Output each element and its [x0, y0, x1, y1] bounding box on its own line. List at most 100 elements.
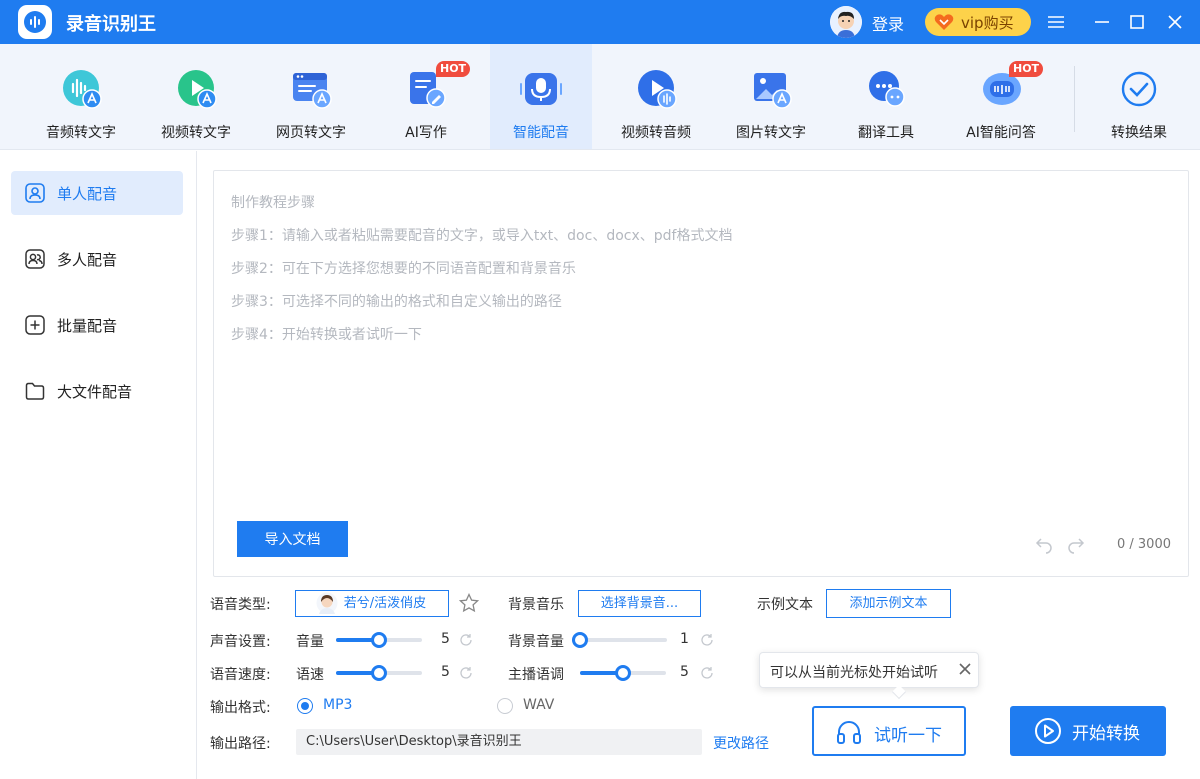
tooltip-text: 可以从当前光标处开始试听	[770, 665, 938, 681]
reset-icon[interactable]	[459, 633, 473, 647]
start-label: 开始转换	[1072, 724, 1140, 744]
format-mp3-radio[interactable]	[297, 698, 313, 714]
image-to-text-icon	[754, 73, 792, 109]
sidebar-item-batch-voice[interactable]: 批量配音	[11, 303, 183, 347]
video-to-text-icon	[178, 70, 217, 109]
microphone-icon	[520, 73, 562, 105]
video-to-audio-icon	[638, 70, 677, 109]
voice-avatar-icon	[316, 592, 338, 614]
feature-toolbar: 音频转文字 视频转文字 网页转文字 HOT AI写作 智能配音 视频转音频 图片…	[0, 44, 1200, 150]
pitch-value: 5	[680, 664, 689, 680]
tool-ai-chat[interactable]: HOT AI智能问答	[945, 44, 1057, 149]
check-circle-icon	[1121, 71, 1157, 107]
reset-icon[interactable]	[700, 666, 714, 680]
voice-type-label: 语音类型:	[210, 597, 271, 613]
tutorial-step: 步骤1：请输入或者粘贴需要配音的文字，或导入txt、doc、docx、pdf格式…	[231, 228, 733, 244]
app-title: 录音识别王	[66, 14, 156, 35]
pitch-label: 主播语调	[508, 667, 564, 683]
sidebar-item-multi-voice[interactable]: 多人配音	[11, 237, 183, 281]
audio-to-text-icon	[63, 70, 102, 109]
tutorial-step: 步骤3：可选择不同的输出的格式和自定义输出的路径	[231, 294, 562, 310]
text-editor[interactable]: 制作教程步骤 步骤1：请输入或者粘贴需要配音的文字，或导入txt、doc、doc…	[213, 170, 1189, 577]
tool-video-to-audio[interactable]: 视频转音频	[600, 44, 712, 149]
background-volume-label: 背景音量	[508, 634, 564, 650]
character-counter: 0 / 3000	[1117, 537, 1171, 552]
tool-conversion-results[interactable]: 转换结果	[1084, 44, 1194, 149]
voice-select-button[interactable]: 若兮/活泼俏皮	[295, 590, 449, 617]
sidebar: 单人配音 多人配音 批量配音 大文件配音	[0, 151, 197, 779]
maximize-icon[interactable]	[1123, 8, 1151, 36]
rate-value: 5	[441, 664, 450, 680]
tool-label: 图片转文字	[736, 125, 806, 141]
tool-smart-dubbing[interactable]: 智能配音	[490, 44, 592, 149]
sound-settings-label: 声音设置:	[210, 634, 271, 650]
preview-listen-button[interactable]: 试听一下	[812, 706, 966, 756]
headphones-icon	[837, 721, 861, 744]
vip-label: vip购买	[961, 14, 1014, 32]
background-volume-slider[interactable]	[572, 632, 667, 648]
app-logo-icon	[18, 5, 52, 39]
sidebar-item-large-file-voice[interactable]: 大文件配音	[11, 369, 183, 413]
sample-text-label: 示例文本	[757, 597, 813, 613]
tool-video-to-text[interactable]: 视频转文字	[140, 44, 252, 149]
import-document-button[interactable]: 导入文档	[237, 521, 348, 557]
voice-name: 若兮/活泼俏皮	[343, 596, 427, 611]
multi-user-icon	[25, 249, 45, 269]
vip-purchase-button[interactable]: vip购买	[925, 8, 1031, 36]
undo-icon[interactable]	[1034, 534, 1054, 554]
volume-label: 音量	[296, 634, 324, 650]
tutorial-title: 制作教程步骤	[231, 195, 315, 211]
tool-ai-writing[interactable]: HOT AI写作	[370, 44, 482, 149]
output-path-label: 输出路径:	[210, 736, 271, 752]
background-volume-value: 1	[680, 631, 689, 647]
sidebar-item-label: 单人配音	[57, 185, 118, 203]
close-icon[interactable]	[1161, 8, 1189, 36]
sidebar-item-label: 多人配音	[57, 251, 118, 269]
redo-icon[interactable]	[1066, 534, 1086, 554]
close-icon[interactable]	[958, 662, 972, 676]
format-wav-label[interactable]: WAV	[523, 697, 554, 713]
translate-icon	[869, 71, 905, 107]
format-wav-radio[interactable]	[497, 698, 513, 714]
tutorial-step: 步骤2：可在下方选择您想要的不同语音配置和背景音乐	[231, 261, 576, 277]
toolbar-divider	[1074, 66, 1075, 132]
favorite-star-icon[interactable]	[459, 593, 479, 613]
sidebar-item-label: 大文件配音	[57, 383, 133, 401]
speed-settings-label: 语音速度:	[210, 667, 271, 683]
select-background-music-button[interactable]: 选择背景音...	[578, 590, 701, 617]
menu-icon[interactable]	[1042, 8, 1070, 36]
hot-badge: HOT	[436, 61, 471, 77]
volume-slider[interactable]	[336, 632, 422, 648]
rate-slider[interactable]	[336, 665, 422, 681]
format-mp3-label[interactable]: MP3	[323, 697, 352, 713]
vip-heart-icon	[934, 14, 954, 30]
change-path-link[interactable]: 更改路径	[713, 733, 769, 753]
tool-label: AI智能问答	[966, 125, 1036, 141]
tool-label: 视频转文字	[161, 125, 231, 141]
start-conversion-button[interactable]: 开始转换	[1010, 706, 1166, 756]
folder-icon	[25, 382, 45, 400]
tool-audio-to-text[interactable]: 音频转文字	[25, 44, 137, 149]
play-circle-icon	[1035, 718, 1061, 744]
output-format-label: 输出格式:	[210, 700, 271, 716]
add-sample-text-button[interactable]: 添加示例文本	[826, 589, 951, 618]
minimize-icon[interactable]	[1088, 8, 1116, 36]
tool-webpage-to-text[interactable]: 网页转文字	[255, 44, 367, 149]
tooltip-arrow	[891, 684, 907, 700]
listen-tooltip: 可以从当前光标处开始试听	[759, 652, 979, 700]
volume-value: 5	[441, 631, 450, 647]
pitch-slider[interactable]	[580, 665, 666, 681]
tool-label: 音频转文字	[46, 125, 116, 141]
reset-icon[interactable]	[459, 666, 473, 680]
login-link[interactable]: 登录	[872, 11, 904, 35]
sidebar-item-single-voice[interactable]: 单人配音	[11, 171, 183, 215]
reset-icon[interactable]	[700, 633, 714, 647]
tool-translate[interactable]: 翻译工具	[830, 44, 942, 149]
sidebar-item-label: 批量配音	[57, 317, 118, 335]
tool-image-to-text[interactable]: 图片转文字	[715, 44, 827, 149]
rate-label: 语速	[296, 667, 324, 683]
tool-label: AI写作	[405, 125, 447, 141]
user-avatar[interactable]	[830, 6, 862, 38]
tool-label: 网页转文字	[276, 125, 346, 141]
output-path-field[interactable]: C:\Users\User\Desktop\录音识别王	[296, 729, 702, 755]
